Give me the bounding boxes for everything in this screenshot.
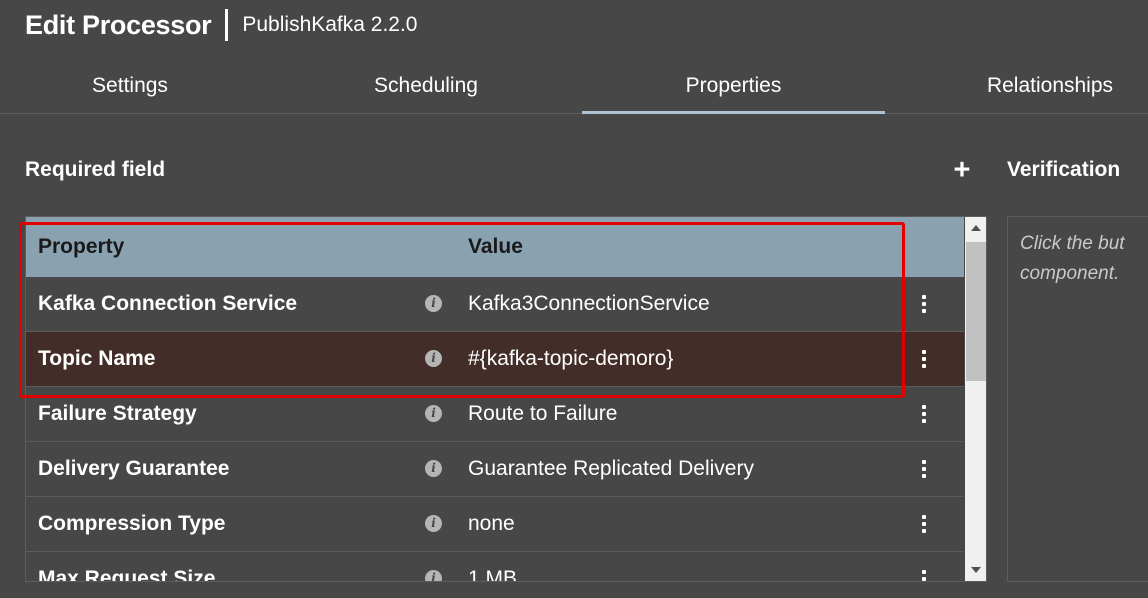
property-name: Delivery Guarantee: [38, 457, 230, 480]
tab-relationships[interactable]: Relationships: [955, 58, 1145, 113]
kebab-menu-icon[interactable]: [914, 292, 934, 316]
required-field-label: Required field: [25, 158, 166, 181]
tab-settings-label: Settings: [92, 73, 168, 97]
properties-table: Property Value Kafka Connection Service i…: [25, 216, 987, 582]
verification-text-line2: component.: [1020, 263, 1120, 284]
tab-relationships-label: Relationships: [986, 73, 1114, 97]
table-row[interactable]: Failure Strategy i Route to Failure: [26, 387, 964, 442]
title-divider: [225, 9, 229, 41]
kebab-menu-icon[interactable]: [914, 457, 934, 481]
property-name: Failure Strategy: [38, 402, 197, 425]
processor-type-label: PublishKafka 2.2.0: [242, 13, 418, 36]
tab-bar: Settings Scheduling Properties Relations…: [0, 58, 1148, 114]
tab-settings[interactable]: Settings: [25, 58, 235, 113]
column-header-property: Property: [38, 235, 125, 258]
verification-title: Verification: [1007, 158, 1121, 181]
property-name: Compression Type: [38, 512, 226, 535]
table-scrollbar[interactable]: [965, 217, 986, 581]
table-row[interactable]: Compression Type i none: [26, 497, 964, 552]
property-name: Topic Name: [38, 347, 156, 370]
info-icon[interactable]: i: [425, 295, 442, 312]
verification-panel: Click the but component.: [1007, 216, 1148, 582]
plus-icon: +: [953, 153, 971, 186]
property-value[interactable]: #{kafka-topic-demoro}: [468, 332, 673, 386]
property-value[interactable]: Kafka3ConnectionService: [468, 277, 710, 331]
scroll-down-button[interactable]: [965, 559, 986, 581]
info-icon[interactable]: i: [425, 350, 442, 367]
table-row[interactable]: Max Request Size i 1 MB: [26, 552, 964, 582]
scroll-up-button[interactable]: [965, 217, 986, 239]
tab-properties-label: Properties: [685, 73, 782, 97]
info-icon[interactable]: i: [425, 570, 442, 581]
property-value[interactable]: Guarantee Replicated Delivery: [468, 442, 754, 496]
info-icon[interactable]: i: [425, 515, 442, 532]
table-row[interactable]: Delivery Guarantee i Guarantee Replicated …: [26, 442, 964, 497]
kebab-menu-icon[interactable]: [914, 512, 934, 536]
kebab-menu-icon[interactable]: [914, 567, 934, 581]
arrow-down-icon: [971, 567, 981, 573]
property-name: Kafka Connection Service: [38, 292, 298, 315]
table-row[interactable]: Kafka Connection Service i Kafka3Connectio…: [26, 277, 964, 332]
add-property-button[interactable]: +: [950, 154, 974, 186]
arrow-up-icon: [971, 225, 981, 231]
kebab-menu-icon[interactable]: [914, 347, 934, 371]
info-icon[interactable]: i: [425, 405, 442, 422]
dialog-header: Edit Processor PublishKafka 2.2.0: [25, 6, 418, 44]
scrollbar-thumb[interactable]: [966, 242, 986, 381]
property-value[interactable]: 1 MB: [468, 552, 517, 581]
property-value[interactable]: none: [468, 497, 515, 551]
info-icon[interactable]: i: [425, 460, 442, 477]
column-header-value: Value: [468, 235, 523, 258]
tab-scheduling-label: Scheduling: [374, 73, 478, 97]
dialog-title: Edit Processor: [25, 9, 212, 40]
verification-text: Click the but component.: [1020, 229, 1148, 289]
table-body: Kafka Connection Service i Kafka3Connectio…: [26, 277, 964, 582]
tab-scheduling[interactable]: Scheduling: [306, 58, 546, 113]
property-name: Max Request Size: [38, 567, 216, 582]
table-row[interactable]: Topic Name i #{kafka-topic-demoro}: [26, 332, 964, 387]
tab-properties[interactable]: Properties: [582, 58, 885, 114]
property-value[interactable]: Route to Failure: [468, 387, 617, 441]
table-header: Property Value: [26, 217, 964, 277]
verification-text-line1: Click the but: [1020, 233, 1125, 254]
kebab-menu-icon[interactable]: [914, 402, 934, 426]
